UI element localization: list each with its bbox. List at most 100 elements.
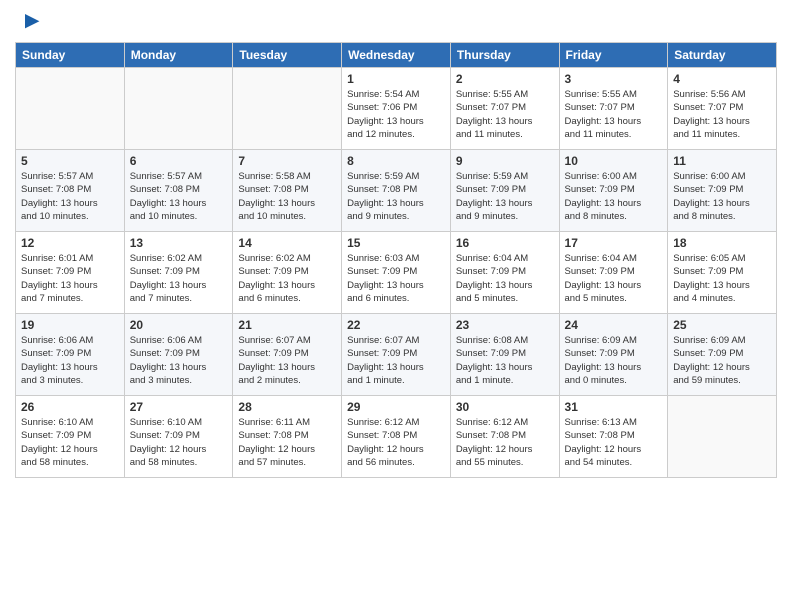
day-number: 23 (456, 318, 554, 332)
day-info: Sunrise: 6:05 AM Sunset: 7:09 PM Dayligh… (673, 252, 771, 305)
week-row-5: 26Sunrise: 6:10 AM Sunset: 7:09 PM Dayli… (16, 396, 777, 478)
day-info: Sunrise: 6:00 AM Sunset: 7:09 PM Dayligh… (673, 170, 771, 223)
day-number: 30 (456, 400, 554, 414)
calendar-cell: 8 Sunrise: 5:59 AM Sunset: 7:08 PM Daylig… (342, 150, 451, 232)
day-info: Sunrise: 5:55 AM Sunset: 7:07 PM Dayligh… (565, 88, 663, 141)
day-info: Sunrise: 6:06 AM Sunset: 7:09 PM Dayligh… (130, 334, 228, 387)
day-number: 16 (456, 236, 554, 250)
calendar-cell: 28 Sunrise: 6:11 AM Sunset: 7:08 PM Dayli… (233, 396, 342, 478)
day-info: Sunrise: 6:09 AM Sunset: 7:09 PM Dayligh… (565, 334, 663, 387)
weekday-header-saturday: Saturday (668, 43, 777, 68)
day-info: Sunrise: 6:09 AM Sunset: 7:09 PM Dayligh… (673, 334, 771, 387)
day-number: 12 (21, 236, 119, 250)
day-info: Sunrise: 6:02 AM Sunset: 7:09 PM Dayligh… (130, 252, 228, 305)
calendar-cell: 3Sunrise: 5:55 AM Sunset: 7:07 PM Daylig… (559, 68, 668, 150)
day-number: 11 (673, 154, 771, 168)
calendar-cell: 12 Sunrise: 6:01 AM Sunset: 7:09 PM Dayli… (16, 232, 125, 314)
day-info: Sunrise: 5:54 AM Sunset: 7:06 PM Dayligh… (347, 88, 445, 141)
calendar-cell: 5 Sunrise: 5:57 AM Sunset: 7:08 PM Daylig… (16, 150, 125, 232)
calendar-cell: 11 Sunrise: 6:00 AM Sunset: 7:09 PM Dayli… (668, 150, 777, 232)
day-info: Sunrise: 6:01 AM Sunset: 7:09 PM Dayligh… (21, 252, 119, 305)
calendar-cell: 16 Sunrise: 6:04 AM Sunset: 7:09 PM Dayli… (450, 232, 559, 314)
calendar-cell: 31 Sunrise: 6:13 AM Sunset: 7:08 PM Dayli… (559, 396, 668, 478)
logo-icon (17, 10, 41, 34)
weekday-header-thursday: Thursday (450, 43, 559, 68)
day-number: 21 (238, 318, 336, 332)
day-number: 15 (347, 236, 445, 250)
calendar-cell: 22 Sunrise: 6:07 AM Sunset: 7:09 PM Dayli… (342, 314, 451, 396)
weekday-header-friday: Friday (559, 43, 668, 68)
day-number: 10 (565, 154, 663, 168)
calendar-cell: 13Sunrise: 6:02 AM Sunset: 7:09 PM Dayli… (124, 232, 233, 314)
day-number: 6 (130, 154, 228, 168)
calendar-cell: 20 Sunrise: 6:06 AM Sunset: 7:09 PM Dayli… (124, 314, 233, 396)
day-info: Sunrise: 5:57 AM Sunset: 7:08 PM Dayligh… (130, 170, 228, 223)
weekday-header-wednesday: Wednesday (342, 43, 451, 68)
week-row-1: 1 Sunrise: 5:54 AM Sunset: 7:06 PM Daylig… (16, 68, 777, 150)
calendar-cell: 21 Sunrise: 6:07 AM Sunset: 7:09 PM Dayli… (233, 314, 342, 396)
calendar: SundayMondayTuesdayWednesdayThursdayFrid… (15, 42, 777, 478)
day-info: Sunrise: 5:55 AM Sunset: 7:07 PM Dayligh… (456, 88, 554, 141)
day-number: 8 (347, 154, 445, 168)
calendar-cell: 18 Sunrise: 6:05 AM Sunset: 7:09 PM Dayli… (668, 232, 777, 314)
day-number: 18 (673, 236, 771, 250)
day-info: Sunrise: 6:07 AM Sunset: 7:09 PM Dayligh… (347, 334, 445, 387)
day-number: 28 (238, 400, 336, 414)
day-number: 1 (347, 72, 445, 86)
calendar-cell: 4Sunrise: 5:56 AM Sunset: 7:07 PM Daylig… (668, 68, 777, 150)
day-info: Sunrise: 6:06 AM Sunset: 7:09 PM Dayligh… (21, 334, 119, 387)
day-number: 31 (565, 400, 663, 414)
day-info: Sunrise: 5:57 AM Sunset: 7:08 PM Dayligh… (21, 170, 119, 223)
calendar-cell: 24 Sunrise: 6:09 AM Sunset: 7:09 PM Dayli… (559, 314, 668, 396)
calendar-cell (668, 396, 777, 478)
calendar-cell: 2 Sunrise: 5:55 AM Sunset: 7:07 PM Daylig… (450, 68, 559, 150)
calendar-cell: 19 Sunrise: 6:06 AM Sunset: 7:09 PM Dayli… (16, 314, 125, 396)
calendar-cell: 29 Sunrise: 6:12 AM Sunset: 7:08 PM Dayli… (342, 396, 451, 478)
day-number: 24 (565, 318, 663, 332)
weekday-header-row: SundayMondayTuesdayWednesdayThursdayFrid… (16, 43, 777, 68)
week-row-4: 19 Sunrise: 6:06 AM Sunset: 7:09 PM Dayli… (16, 314, 777, 396)
day-number: 17 (565, 236, 663, 250)
day-info: Sunrise: 6:02 AM Sunset: 7:09 PM Dayligh… (238, 252, 336, 305)
header (15, 10, 777, 34)
day-info: Sunrise: 5:59 AM Sunset: 7:08 PM Dayligh… (347, 170, 445, 223)
calendar-cell: 15 Sunrise: 6:03 AM Sunset: 7:09 PM Dayli… (342, 232, 451, 314)
weekday-header-sunday: Sunday (16, 43, 125, 68)
weekday-header-tuesday: Tuesday (233, 43, 342, 68)
calendar-cell (233, 68, 342, 150)
day-info: Sunrise: 6:12 AM Sunset: 7:08 PM Dayligh… (347, 416, 445, 469)
day-number: 2 (456, 72, 554, 86)
calendar-cell: 9Sunrise: 5:59 AM Sunset: 7:09 PM Daylig… (450, 150, 559, 232)
calendar-cell (124, 68, 233, 150)
day-number: 9 (456, 154, 554, 168)
calendar-cell: 25Sunrise: 6:09 AM Sunset: 7:09 PM Dayli… (668, 314, 777, 396)
day-info: Sunrise: 6:08 AM Sunset: 7:09 PM Dayligh… (456, 334, 554, 387)
day-info: Sunrise: 6:10 AM Sunset: 7:09 PM Dayligh… (130, 416, 228, 469)
calendar-cell: 1 Sunrise: 5:54 AM Sunset: 7:06 PM Daylig… (342, 68, 451, 150)
day-number: 7 (238, 154, 336, 168)
calendar-cell: 14 Sunrise: 6:02 AM Sunset: 7:09 PM Dayli… (233, 232, 342, 314)
day-number: 4 (673, 72, 771, 86)
weekday-header-monday: Monday (124, 43, 233, 68)
day-info: Sunrise: 6:11 AM Sunset: 7:08 PM Dayligh… (238, 416, 336, 469)
day-info: Sunrise: 6:07 AM Sunset: 7:09 PM Dayligh… (238, 334, 336, 387)
day-info: Sunrise: 5:58 AM Sunset: 7:08 PM Dayligh… (238, 170, 336, 223)
calendar-cell: 27 Sunrise: 6:10 AM Sunset: 7:09 PM Dayli… (124, 396, 233, 478)
day-number: 22 (347, 318, 445, 332)
calendar-cell: 23 Sunrise: 6:08 AM Sunset: 7:09 PM Dayli… (450, 314, 559, 396)
calendar-cell: 17 Sunrise: 6:04 AM Sunset: 7:09 PM Dayli… (559, 232, 668, 314)
calendar-cell (16, 68, 125, 150)
day-number: 5 (21, 154, 119, 168)
day-info: Sunrise: 6:13 AM Sunset: 7:08 PM Dayligh… (565, 416, 663, 469)
week-row-3: 12 Sunrise: 6:01 AM Sunset: 7:09 PM Dayli… (16, 232, 777, 314)
calendar-cell: 6 Sunrise: 5:57 AM Sunset: 7:08 PM Daylig… (124, 150, 233, 232)
day-number: 19 (21, 318, 119, 332)
day-info: Sunrise: 6:04 AM Sunset: 7:09 PM Dayligh… (565, 252, 663, 305)
day-info: Sunrise: 6:12 AM Sunset: 7:08 PM Dayligh… (456, 416, 554, 469)
day-info: Sunrise: 6:04 AM Sunset: 7:09 PM Dayligh… (456, 252, 554, 305)
day-info: Sunrise: 6:03 AM Sunset: 7:09 PM Dayligh… (347, 252, 445, 305)
day-number: 14 (238, 236, 336, 250)
day-number: 27 (130, 400, 228, 414)
day-number: 29 (347, 400, 445, 414)
day-number: 20 (130, 318, 228, 332)
